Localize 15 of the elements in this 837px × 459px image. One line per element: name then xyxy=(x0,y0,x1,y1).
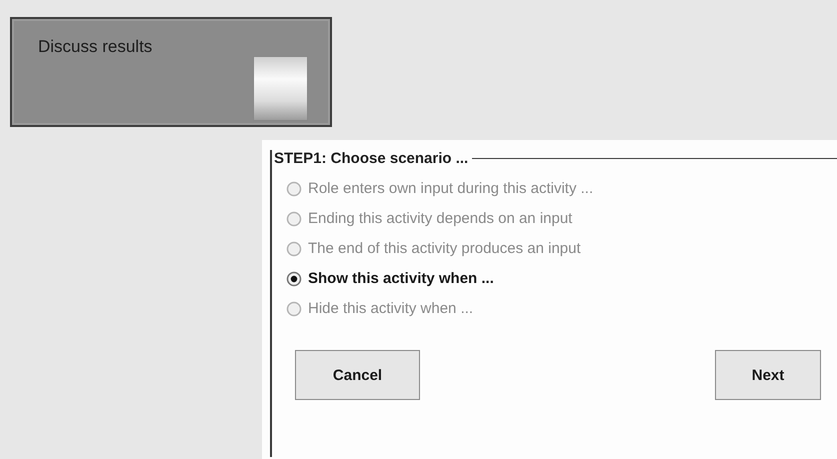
status-square-icon xyxy=(253,56,308,121)
radio-icon[interactable] xyxy=(286,270,302,286)
next-button[interactable]: Next xyxy=(715,350,821,400)
cancel-button[interactable]: Cancel xyxy=(295,350,420,400)
scenario-radio-option[interactable]: Show this activity when ... xyxy=(286,270,837,287)
scenario-radio-option[interactable]: Ending this activity depends on an input xyxy=(286,210,837,227)
scenario-radio-option[interactable]: Hide this activity when ... xyxy=(286,300,837,317)
activity-label: Discuss results xyxy=(38,37,152,57)
scenario-radio-option[interactable]: Role enters own input during this activity ... xyxy=(286,180,837,197)
group-title: STEP1: Choose scenario ... xyxy=(273,150,470,167)
scenario-radio-option[interactable]: The end of this activity produces an input xyxy=(286,240,837,257)
radio-icon[interactable] xyxy=(286,180,302,196)
radio-icon[interactable] xyxy=(286,300,302,316)
radio-icon[interactable] xyxy=(286,210,302,226)
radio-icon[interactable] xyxy=(286,240,302,256)
